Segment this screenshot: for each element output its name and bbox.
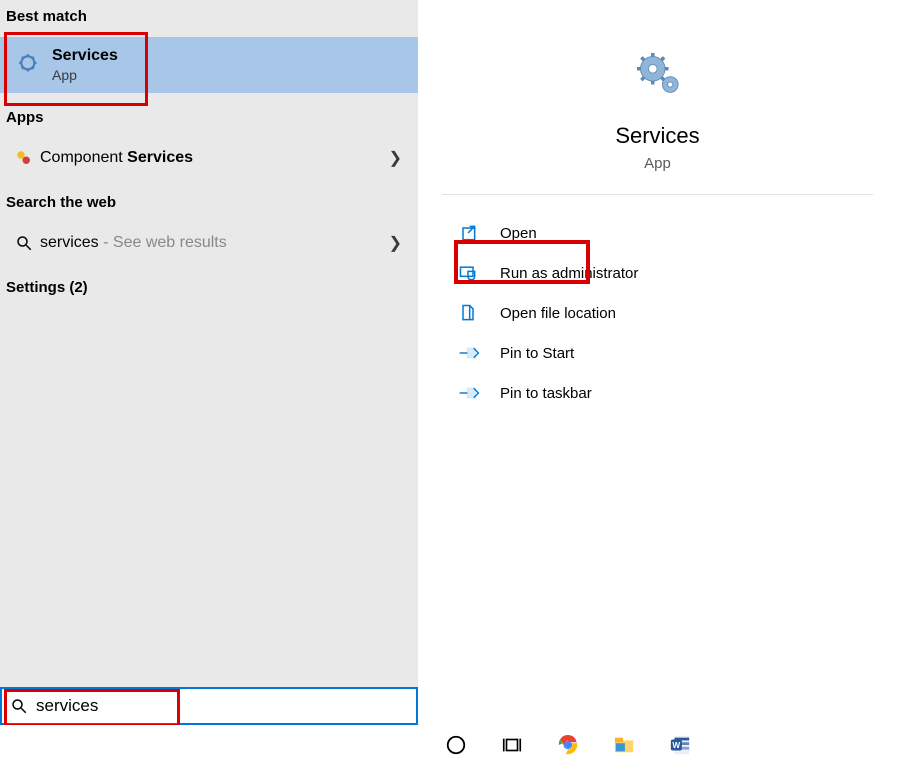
svg-text:W: W xyxy=(672,741,680,750)
action-pin-taskbar[interactable]: Pin to taskbar xyxy=(418,373,897,413)
preview-header: Services App xyxy=(442,0,873,195)
open-icon xyxy=(458,223,488,243)
action-location-label: Open file location xyxy=(500,305,616,322)
pin-start-icon xyxy=(458,344,488,362)
best-match-header: Best match xyxy=(0,0,418,37)
search-icon xyxy=(2,697,36,715)
services-gear-icon xyxy=(8,52,52,78)
folder-icon xyxy=(458,303,488,323)
chevron-right-icon: ❯ xyxy=(389,233,410,253)
search-input[interactable] xyxy=(36,689,416,723)
search-bar[interactable] xyxy=(0,687,418,725)
apps-header: Apps xyxy=(0,93,418,138)
web-item-services[interactable]: services - See web results ❯ xyxy=(0,223,418,263)
taskbar: W xyxy=(0,725,897,765)
services-large-gear-icon xyxy=(630,46,686,107)
settings-header: Settings (2) xyxy=(0,263,418,308)
best-match-subtitle: App xyxy=(52,67,118,83)
best-match-title: Services xyxy=(52,47,118,65)
search-results-pane: Best match Services App Apps xyxy=(0,0,418,725)
component-services-icon xyxy=(8,149,40,167)
action-open[interactable]: Open xyxy=(418,213,897,253)
word-icon[interactable]: W xyxy=(666,734,694,756)
pin-taskbar-icon xyxy=(458,384,488,402)
search-icon xyxy=(8,234,40,252)
preview-subtitle: App xyxy=(644,155,671,172)
chevron-right-icon: ❯ xyxy=(389,148,410,168)
action-pintaskbar-label: Pin to taskbar xyxy=(500,385,592,402)
shield-icon xyxy=(458,263,488,283)
preview-pane: Services App Open xyxy=(418,0,897,725)
file-explorer-icon[interactable] xyxy=(610,735,638,755)
best-match-item-services[interactable]: Services App xyxy=(0,37,418,93)
apps-item-component-services[interactable]: Component Services ❯ xyxy=(0,138,418,178)
action-pinstart-label: Pin to Start xyxy=(500,345,574,362)
apps-item-label: Component Services xyxy=(40,149,389,167)
action-open-location[interactable]: Open file location xyxy=(418,293,897,333)
action-run-admin[interactable]: Run as administrator xyxy=(418,253,897,293)
cortana-icon[interactable] xyxy=(442,734,470,756)
preview-title: Services xyxy=(615,123,699,149)
chrome-icon[interactable] xyxy=(554,734,582,756)
action-admin-label: Run as administrator xyxy=(500,265,638,282)
web-header: Search the web xyxy=(0,178,418,223)
action-pin-start[interactable]: Pin to Start xyxy=(418,333,897,373)
web-item-label: services - See web results xyxy=(40,234,389,252)
task-view-icon[interactable] xyxy=(498,734,526,756)
action-open-label: Open xyxy=(500,225,537,242)
actions-list: Open Run as administrator xyxy=(418,195,897,413)
